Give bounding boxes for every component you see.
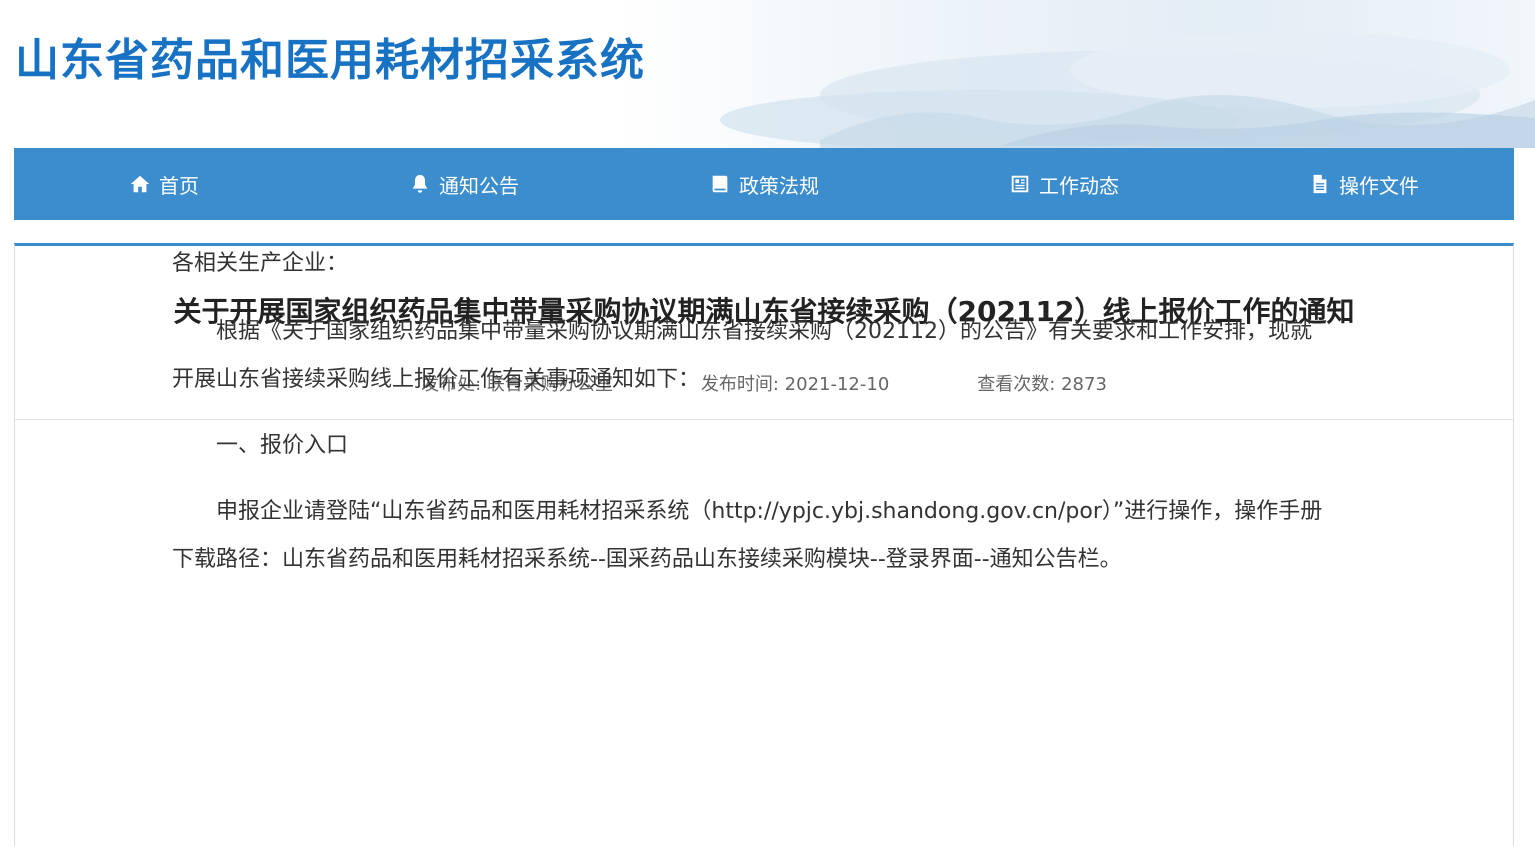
nav-item-label: 政策法规 (739, 173, 819, 198)
home-icon (130, 175, 150, 193)
bell-icon (412, 174, 428, 193)
nav-item-label: 操作文件 (1339, 173, 1419, 198)
site-header: 山东省药品和医用耗材招采系统 (0, 0, 1535, 148)
nav-item-notices[interactable]: 通知公告 (314, 148, 614, 220)
article-paragraph: 根据《关于国家组织药品集中带量采购协议期满山东省接续采购（202112）的公告》… (172, 319, 1312, 392)
article-body: 各相关生产企业： 根据《关于国家组织药品集中带量采购协议期满山东省接续采购（20… (172, 240, 1332, 584)
main-nav: 首页 通知公告 政策法规 工作动态 操作文件 (14, 148, 1514, 220)
nav-item-label: 通知公告 (439, 173, 519, 198)
newspaper-icon (1011, 175, 1029, 193)
nav-item-label: 工作动态 (1039, 173, 1119, 198)
article-salutation: 各相关生产企业： (172, 251, 349, 276)
nav-item-home[interactable]: 首页 (14, 148, 314, 220)
nav-item-policies[interactable]: 政策法规 (614, 148, 914, 220)
section-heading: 一、报价入口 (216, 433, 349, 458)
nav-item-news[interactable]: 工作动态 (914, 148, 1214, 220)
nav-item-operation-files[interactable]: 操作文件 (1214, 148, 1514, 220)
article-paragraph: 申报企业请登陆“山东省药品和医用耗材招采系统（http://ypjc.ybj.s… (172, 499, 1323, 572)
book-icon (712, 175, 728, 193)
site-title[interactable]: 山东省药品和医用耗材招采系统 (15, 24, 645, 88)
document-icon (1313, 174, 1327, 194)
nav-item-label: 首页 (159, 173, 199, 198)
